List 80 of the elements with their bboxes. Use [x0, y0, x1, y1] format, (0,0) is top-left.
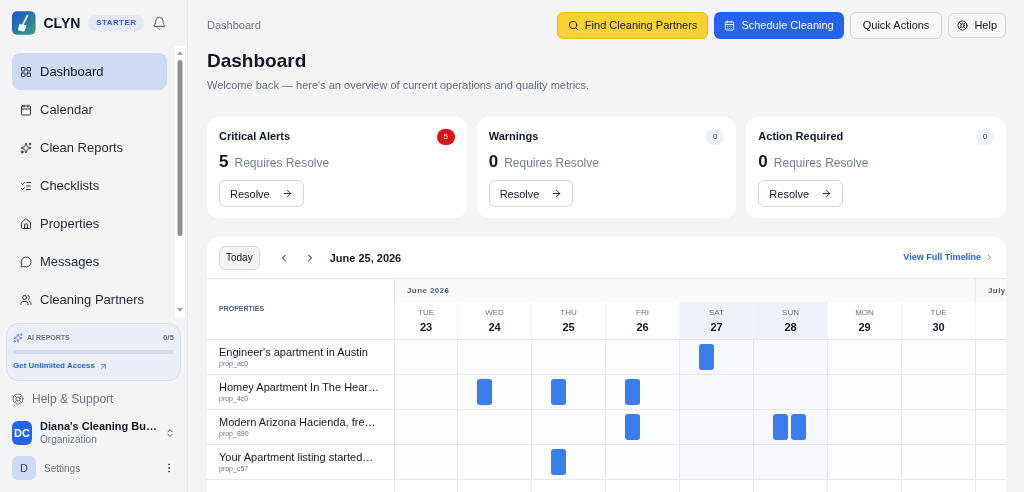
- resolve-button[interactable]: Resolve: [219, 180, 304, 208]
- arrow-right-icon: [281, 188, 293, 200]
- plan-badge: STARTER: [88, 15, 145, 31]
- day-header: SAT 27: [680, 302, 754, 340]
- nav-item[interactable]: Checklists: [12, 167, 167, 204]
- property-name: Your Apartment listing started…: [219, 451, 375, 465]
- alert-title: Action Required: [758, 129, 844, 145]
- arrow-up-right-icon: [98, 361, 108, 371]
- nav-item[interactable]: Dashboard: [12, 53, 167, 90]
- current-date: June 25, 2026: [329, 250, 402, 266]
- help-support-link[interactable]: Help & Support: [0, 390, 187, 408]
- arrow-right-icon: [551, 188, 563, 200]
- search-icon: [567, 19, 579, 31]
- nav-item[interactable]: Calendar: [12, 91, 167, 128]
- alert-caption: Requires Resolve: [773, 154, 869, 172]
- lifebuoy-icon: [957, 19, 969, 31]
- help-button[interactable]: Help: [948, 12, 1006, 38]
- count-badge: 0: [706, 128, 725, 145]
- house-icon: [20, 217, 32, 230]
- calendar-icon: [20, 103, 32, 116]
- settings-row[interactable]: D Settings: [0, 456, 187, 480]
- brand-name: CLYN: [43, 13, 81, 33]
- speech-bubble-icon: [20, 255, 32, 268]
- find-partners-button[interactable]: Find Cleaning Partners: [556, 11, 709, 39]
- chevrons-up-down-icon: [164, 427, 175, 439]
- alert-caption: Requires Resolve: [504, 154, 599, 172]
- organization-name: Diana's Cleaning Bu…: [40, 419, 157, 434]
- people-icon: [20, 293, 32, 306]
- alert-count: 0: [758, 150, 768, 173]
- grid-icon: [20, 65, 32, 78]
- lifebuoy-icon: [12, 393, 24, 405]
- alert-title: Warnings: [488, 129, 539, 145]
- unlimited-access-link[interactable]: Get Unlimited Access: [13, 360, 174, 372]
- arrow-right-icon: [821, 188, 833, 200]
- cleaning-booking[interactable]: [699, 344, 714, 371]
- broom-logo-icon: [12, 11, 36, 35]
- cleaning-booking[interactable]: [625, 379, 640, 406]
- month-label: July: [988, 284, 1006, 297]
- property-name: Modern Arizona Hacienda, fre…: [219, 416, 377, 430]
- resolve-button[interactable]: Resolve: [488, 180, 574, 208]
- month-label: June 2026: [407, 284, 450, 297]
- nav-item[interactable]: Cleaning Partners: [12, 281, 167, 318]
- cleaning-booking[interactable]: [477, 379, 492, 406]
- cleaning-booking[interactable]: [791, 414, 806, 441]
- sparkles-icon: [20, 141, 32, 154]
- scrollbar[interactable]: [175, 46, 185, 318]
- organization-role: Organization: [40, 433, 98, 447]
- cleaning-booking[interactable]: [551, 379, 566, 406]
- alert-caption: Requires Resolve: [234, 154, 330, 172]
- organization-avatar: DC: [12, 421, 33, 445]
- resolve-button[interactable]: Resolve: [758, 180, 844, 208]
- cleaning-booking[interactable]: [551, 449, 566, 476]
- nav-item[interactable]: Messages: [12, 243, 167, 280]
- day-header: SUN 28: [754, 302, 828, 340]
- property-name: Engineer's apartment in Austin: [219, 346, 369, 360]
- bell-icon[interactable]: [152, 15, 167, 31]
- settings-label: Settings: [44, 461, 81, 476]
- count-badge: 5: [436, 128, 455, 145]
- page-title: Dashboard: [207, 49, 308, 73]
- view-timeline-link[interactable]: View Full Timeline: [903, 251, 994, 265]
- chevron-right-icon: [985, 253, 994, 263]
- alert-title: Critical Alerts: [219, 129, 291, 145]
- ai-reports-count: 0/5: [162, 332, 174, 344]
- user-avatar: D: [12, 456, 36, 480]
- alert-count: 5: [219, 150, 229, 173]
- cleaning-booking[interactable]: [773, 414, 788, 441]
- calendar-icon: [724, 19, 736, 31]
- page-subtitle: Welcome back — here's an overview of current operations and quality metrics.: [207, 77, 591, 93]
- nav-item[interactable]: Properties: [12, 205, 167, 242]
- checklist-icon: [20, 179, 32, 192]
- nav-item[interactable]: Clean Reports: [12, 129, 167, 166]
- today-button[interactable]: Today: [219, 245, 260, 270]
- property-name: Homey Apartment In The Hear…: [219, 381, 380, 395]
- count-badge: 0: [976, 128, 994, 145]
- alert-count: 0: [488, 150, 499, 173]
- quick-actions-button[interactable]: Quick Actions: [849, 11, 943, 39]
- sparkles-icon: [13, 333, 23, 343]
- breadcrumb: Dashboard: [207, 17, 261, 33]
- schedule-cleaning-button[interactable]: Schedule Cleaning: [714, 11, 844, 39]
- cleaning-booking[interactable]: [625, 414, 640, 441]
